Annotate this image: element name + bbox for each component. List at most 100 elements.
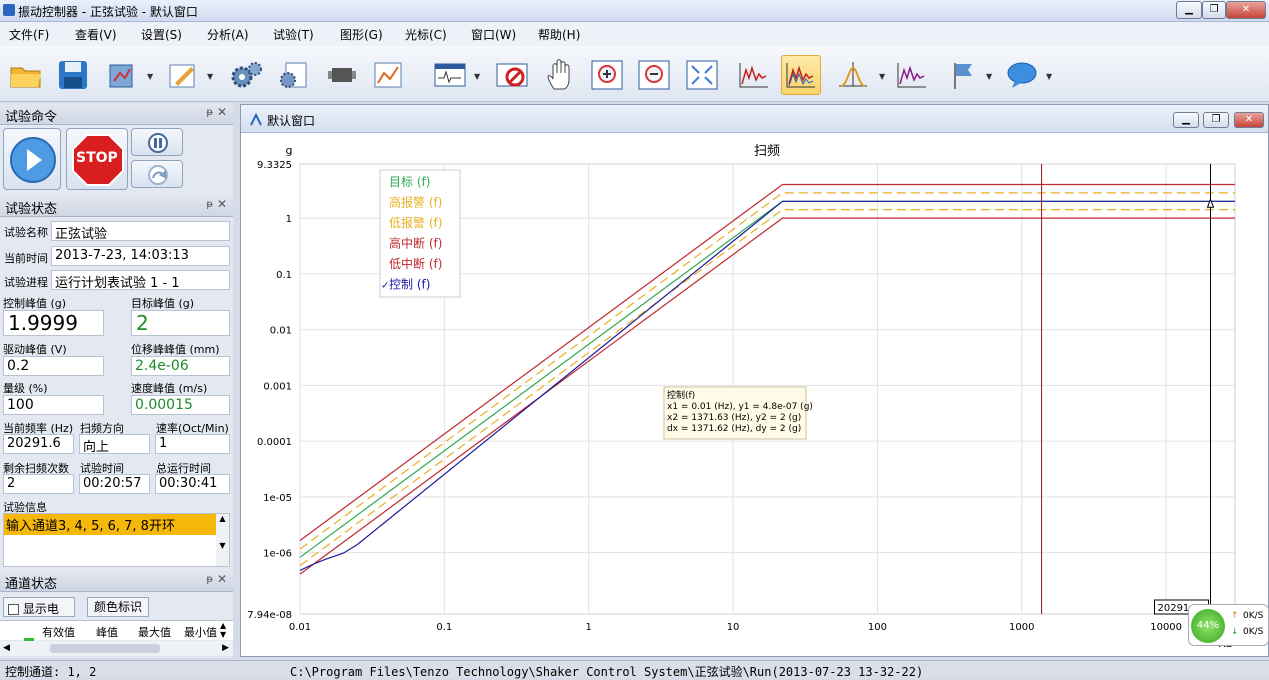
zoom-in-icon[interactable] — [587, 55, 627, 95]
pin-icon[interactable]: ᵽ — [206, 574, 213, 585]
close-icon[interactable]: ✕ — [217, 197, 227, 211]
dropdown-arrow-icon[interactable]: ▼ — [986, 72, 992, 81]
level-field: 100 — [3, 395, 104, 415]
edit-icon[interactable] — [163, 55, 203, 95]
scroll-left-icon[interactable]: ◀ — [3, 643, 10, 653]
start-button[interactable] — [3, 128, 61, 190]
flag-icon[interactable] — [944, 55, 984, 95]
tooltip-line: dx = 1371.62 (Hz), dy = 2 (g) — [667, 424, 801, 434]
channel-panel-header: 通道状态 ᵽ ✕ — [0, 570, 233, 592]
fit-view-icon[interactable] — [682, 55, 722, 95]
progress-label: 试验进程 — [4, 276, 48, 289]
y-tick-label: 1 — [286, 214, 292, 225]
stop-label: STOP — [76, 150, 118, 166]
velocity-peak-label: 速度峰值 (m/s) — [131, 382, 208, 395]
scroll-thumb[interactable] — [50, 644, 160, 653]
cpu-percent-badge: 44% — [1191, 609, 1225, 643]
sweep-rate-field: 1 — [155, 434, 230, 454]
test-info-box[interactable]: 输入通道3, 4, 5, 6, 7, 8开环 ▲ ▼ — [3, 513, 230, 567]
dropdown-arrow-icon[interactable]: ▼ — [207, 72, 213, 81]
dropdown-arrow-icon[interactable]: ▼ — [147, 72, 153, 81]
column-rms[interactable]: 有效值 — [42, 624, 75, 640]
peak-cursor-icon[interactable] — [833, 55, 873, 95]
y-tick-label: 9.3325 — [257, 160, 292, 171]
menu-analysis[interactable]: 分析(A) — [207, 26, 249, 43]
maximize-button[interactable]: ❐ — [1202, 1, 1226, 19]
pause-button[interactable] — [131, 128, 183, 156]
dropdown-arrow-icon[interactable]: ▼ — [879, 72, 885, 81]
doc-minimize-button[interactable]: ▁ — [1173, 112, 1199, 128]
column-min[interactable]: 最小值 — [184, 624, 218, 640]
test-time-field: 00:20:57 — [79, 474, 150, 494]
resume-button[interactable] — [131, 160, 183, 188]
menu-cursor[interactable]: 光标(C) — [405, 26, 447, 43]
column-max[interactable]: 最大值 — [138, 624, 171, 640]
horizontal-scrollbar[interactable]: ◀ ▶ — [0, 641, 233, 656]
spectrum-icon[interactable] — [892, 55, 932, 95]
sweep-chart[interactable]: 扫频 g Hz 20291.6 Hz 9.332510.10.010.0010.… — [241, 133, 1268, 656]
config-icon[interactable] — [274, 55, 314, 95]
menu-help[interactable]: 帮助(H) — [538, 26, 580, 43]
x-tick-label: 100 — [868, 622, 887, 633]
menu-file[interactable]: 文件(F) — [9, 26, 49, 43]
network-monitor-widget[interactable]: 44% ↑ 0K/S ↓ 0K/S — [1188, 604, 1269, 646]
channel-panel-title: 通道状态 — [5, 577, 58, 592]
y-tick-label: 0.01 — [270, 326, 292, 337]
column-peak[interactable]: 峰值 — [96, 624, 118, 640]
menu-view[interactable]: 查看(V) — [75, 26, 117, 43]
doc-close-button[interactable]: ✕ — [1234, 112, 1264, 128]
menu-graph[interactable]: 图形(G) — [340, 26, 383, 43]
remaining-sweeps-field: 2 — [3, 474, 74, 494]
stop-button[interactable]: STOP — [66, 128, 128, 190]
table-scroll-arrows[interactable]: ▲ ▼ — [220, 621, 226, 639]
pin-icon[interactable]: ᵽ — [206, 199, 213, 210]
close-icon[interactable]: ✕ — [217, 572, 227, 586]
close-icon[interactable]: ✕ — [217, 105, 227, 119]
y-tick-label: 0.001 — [263, 381, 292, 392]
legend-item[interactable]: 目标 (f) — [389, 175, 430, 189]
legend-item[interactable]: 高中断 (f) — [389, 236, 442, 251]
color-legend-button[interactable]: 颜色标识 — [87, 597, 149, 617]
current-time-label: 当前时间 — [4, 252, 48, 265]
doc-restore-button[interactable]: ❐ — [1203, 112, 1229, 128]
chart-title: 扫频 — [754, 144, 780, 159]
checkbox-box[interactable] — [8, 604, 19, 615]
x-tick-label: 0.1 — [436, 622, 452, 633]
scroll-right-icon[interactable]: ▶ — [222, 643, 229, 653]
minimize-button[interactable]: ▁ — [1176, 1, 1202, 19]
legend-item[interactable]: 低中断 (f) — [389, 256, 442, 271]
hand-pan-icon[interactable] — [541, 55, 581, 95]
menu-test[interactable]: 试验(T) — [273, 26, 314, 43]
stop-record-icon[interactable] — [492, 55, 532, 95]
pin-icon[interactable]: ᵽ — [206, 107, 213, 118]
open-folder-icon[interactable] — [6, 55, 46, 95]
x-tick-label: 1 — [586, 622, 592, 633]
save-icon[interactable] — [53, 55, 93, 95]
menu-window[interactable]: 窗口(W) — [471, 26, 516, 43]
show-voltage-checkbox[interactable]: 显示电压 — [3, 597, 75, 633]
line-plot-icon[interactable] — [734, 55, 774, 95]
dropdown-arrow-icon[interactable]: ▼ — [474, 72, 480, 81]
legend-item[interactable]: 低报警 (f) — [389, 215, 442, 230]
x-tick-label: 0.01 — [289, 622, 311, 633]
settings-gears-icon[interactable] — [226, 55, 266, 95]
displacement-peak-label: 位移峰峰值 (mm) — [131, 343, 220, 356]
chart-edit-icon[interactable] — [368, 55, 408, 95]
legend-item[interactable]: 控制 (f) — [389, 278, 430, 292]
y-tick-label: 0.0001 — [257, 437, 292, 448]
close-button[interactable]: ✕ — [1226, 1, 1266, 19]
dropdown-arrow-icon[interactable]: ▼ — [1046, 72, 1052, 81]
overlay-plot-icon[interactable] — [781, 55, 821, 95]
cylinder-icon[interactable] — [322, 55, 362, 95]
progress-field: 运行计划表试验 1 - 1 — [51, 270, 230, 290]
waveform-window-icon[interactable] — [430, 55, 470, 95]
info-scrollbar[interactable]: ▲ ▼ — [216, 514, 229, 566]
window-title: 振动控制器 - 正弦试验 - 默认窗口 — [18, 5, 198, 19]
comment-icon[interactable] — [1002, 55, 1042, 95]
test-name-label: 试验名称 — [4, 226, 48, 239]
import-icon[interactable] — [102, 55, 142, 95]
legend-item[interactable]: 高报警 (f) — [389, 195, 442, 210]
target-peak-field: 2 — [131, 310, 230, 336]
zoom-out-icon[interactable] — [634, 55, 674, 95]
menu-settings[interactable]: 设置(S) — [141, 26, 182, 43]
